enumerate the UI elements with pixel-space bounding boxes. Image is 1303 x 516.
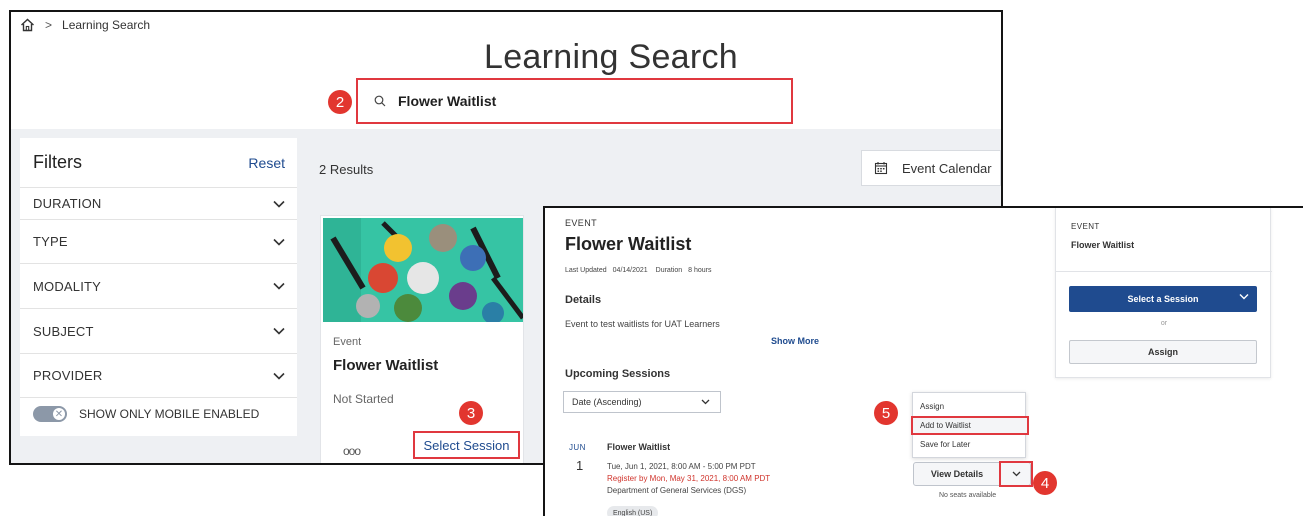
session-register-by: Register by Mon, May 31, 2021, 8:00 AM P… [607,474,771,483]
search-input[interactable] [398,93,758,109]
assign-button[interactable]: Assign [1069,340,1257,364]
side-divider [1056,271,1272,272]
duration-label: Duration [655,267,683,274]
session-department: Department of General Services (DGS) [607,486,747,495]
page-title: Learning Search [484,38,739,76]
session-day: 1 [576,458,584,473]
view-details-dropdown-toggle[interactable] [999,461,1033,487]
select-session-button[interactable]: Select Session [413,431,520,459]
filters-title: Filters [33,152,82,172]
side-kicker: EVENT [1071,222,1100,231]
mobile-toggle-label: SHOW ONLY MOBILE ENABLED [79,407,260,421]
session-title: Flower Waitlist [607,442,671,452]
callout-2: 2 [328,90,352,114]
or-divider-text: or [1160,320,1168,327]
menu-item-save-for-later[interactable]: Save for Later [913,435,1025,454]
session-actions-menu: Assign Add to Waitlist Save for Later [911,392,1029,458]
last-updated-value: 04/14/2021 [612,267,648,274]
duration-value: 8 hours [688,267,712,274]
breadcrumb-current: Learning Search [62,18,151,32]
more-options-icon[interactable]: ooo [343,444,361,458]
session-month: JUN [569,443,586,452]
filter-subject[interactable]: SUBJECT [20,309,297,354]
chevron-down-icon [273,200,285,208]
results-count: 2 Results [319,162,374,177]
filter-label: DURATION [33,196,102,211]
event-calendar-button[interactable]: Event Calendar [861,150,1001,186]
search-icon [374,95,386,107]
side-title: Flower Waitlist [1071,240,1135,250]
chevron-down-icon [701,399,710,405]
filter-modality[interactable]: MODALITY [20,264,297,309]
event-title: Flower Waitlist [565,234,692,254]
filters-panel: Filters Reset DURATION TYPE MODALITY SUB… [20,138,297,436]
card-type: Event [333,336,362,348]
card-title[interactable]: Flower Waitlist [333,357,438,374]
filter-provider[interactable]: PROVIDER [20,354,297,398]
sort-value: Date (Ascending) [572,397,642,407]
filter-label: SUBJECT [33,323,94,339]
language-badge: English (US) [607,506,659,516]
event-meta: Last Updated 04/14/2021 Duration 8 hours [565,267,717,274]
event-kicker: EVENT [565,218,598,228]
filter-label: TYPE [33,234,68,249]
view-details-split-button: View Details [913,461,1033,487]
chevron-down-icon [1239,293,1249,300]
menu-item-add-to-waitlist[interactable]: Add to Waitlist [911,416,1029,435]
no-seats-text: No seats available [939,492,997,499]
chevron-down-icon [273,327,285,335]
enroll-side-panel: EVENT Flower Waitlist Select a Session o… [1055,208,1272,378]
show-more-link[interactable]: Show More [771,336,819,346]
event-calendar-label: Event Calendar [902,160,992,176]
filter-label: PROVIDER [33,368,103,383]
chevron-down-icon [273,282,285,290]
chevron-down-icon [1012,471,1021,477]
filter-label: MODALITY [33,278,102,294]
details-text: Event to test waitlists for UAT Learners [565,319,720,329]
card-status: Not Started [333,392,394,406]
breadcrumb-separator: > [45,18,53,32]
search-box[interactable] [356,78,793,124]
session-datetime: Tue, Jun 1, 2021, 8:00 AM - 5:00 PM PDT [607,462,756,471]
breadcrumb: > Learning Search [20,16,150,34]
filter-duration[interactable]: DURATION [20,188,297,220]
filter-type[interactable]: TYPE [20,220,297,264]
course-card: Event Flower Waitlist Not Started ooo Se… [320,215,524,463]
callout-5: 5 [874,401,898,425]
mobile-enabled-toggle[interactable]: ✕ [33,406,67,422]
view-details-button[interactable]: View Details [914,463,1000,485]
upcoming-sessions-heading: Upcoming Sessions [565,368,671,380]
home-icon[interactable] [20,18,35,32]
chevron-down-icon [273,372,285,380]
chevron-down-icon [273,238,285,246]
select-a-session-label: Select a Session [1127,294,1199,304]
calendar-icon [874,161,888,175]
select-a-session-button[interactable]: Select a Session [1069,286,1257,312]
event-detail-window: EVENT Flower Waitlist Last Updated 04/14/… [543,206,1303,516]
filters-reset-link[interactable]: Reset [248,155,285,171]
sort-select[interactable]: Date (Ascending) [563,391,721,413]
last-updated-label: Last Updated [565,267,607,274]
mobile-toggle-row: ✕ SHOW ONLY MOBILE ENABLED [20,398,297,430]
callout-3: 3 [459,401,483,425]
close-icon: ✕ [53,408,65,420]
details-heading: Details [565,294,602,306]
filters-header: Filters Reset [20,138,297,188]
callout-4: 4 [1033,471,1057,495]
menu-item-assign[interactable]: Assign [913,397,1025,416]
card-image [323,218,523,322]
